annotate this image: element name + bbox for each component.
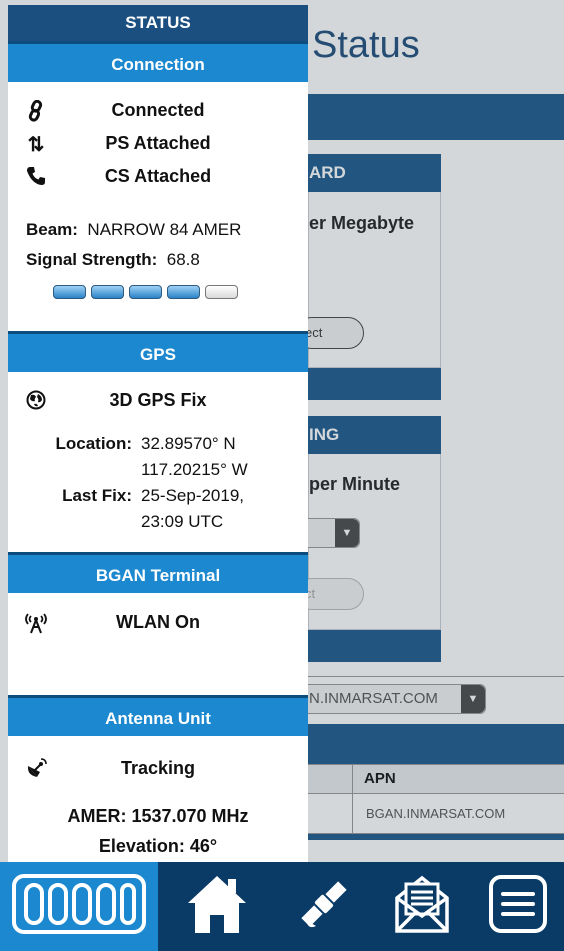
wlan-status-row: WLAN On: [8, 608, 308, 641]
cs-status-label: CS Attached: [104, 166, 212, 186]
beam-label: Beam:: [26, 220, 78, 239]
ps-status-row: ⇅ PS Attached: [8, 129, 308, 162]
ps-status-label: PS Attached: [105, 133, 211, 153]
antenna-header: Antenna Unit: [8, 695, 308, 736]
signal-label: Signal Strength:: [26, 250, 158, 269]
signal-row: Signal Strength: 68.8: [8, 245, 308, 275]
nav-messages-button[interactable]: [372, 862, 472, 951]
connection-status-row: Connected: [8, 96, 308, 129]
last-fix-date: 25-Sep-2019,: [141, 486, 245, 505]
last-fix-time: 23:09 UTC: [141, 512, 224, 531]
nav-home-button[interactable]: [158, 862, 276, 951]
menu-icon: [489, 875, 547, 938]
beam-row: Beam: NARROW 84 AMER: [8, 215, 308, 245]
antenna-elevation: Elevation: 46°: [98, 836, 218, 856]
connection-status-label: Connected: [111, 100, 205, 120]
gps-status-label: 3D GPS Fix: [109, 390, 207, 410]
antenna-status-row: Tracking: [8, 754, 308, 787]
signal-bar: [53, 285, 86, 299]
antenna-status-label: Tracking: [120, 758, 196, 778]
gps-location: Location: 32.89570° N 117.20215° W Last …: [8, 431, 308, 535]
last-fix-label: Last Fix:: [62, 486, 132, 505]
signal-value: 68.8: [166, 250, 200, 269]
location-lon: 117.20215° W: [141, 460, 248, 479]
nav-status-button[interactable]: [0, 862, 158, 951]
connection-header: Connection: [8, 41, 308, 82]
signal-bar: [129, 285, 162, 299]
gps-header: GPS: [8, 331, 308, 372]
beam-value: NARROW 84 AMER: [87, 220, 242, 239]
signal-bar: [167, 285, 200, 299]
bottom-nav: [0, 862, 564, 951]
wlan-status-label: WLAN On: [116, 612, 200, 632]
location-lat: 32.89570° N: [141, 434, 236, 453]
gps-status-row: 3D GPS Fix: [8, 386, 308, 419]
drawer-title: STATUS: [8, 5, 308, 41]
location-label: Location:: [55, 434, 133, 453]
signal-strength-bars: [53, 285, 308, 299]
satellite-icon: [294, 874, 354, 939]
antenna-frequency: AMER: 1537.070 MHz: [67, 806, 249, 826]
status-drawer: STATUS Connection Connected ⇅ PS Attache…: [8, 5, 308, 862]
nav-satellite-button[interactable]: [276, 862, 372, 951]
cs-status-row: CS Attached: [8, 162, 308, 195]
terminal-header: BGAN Terminal: [8, 552, 308, 593]
nav-menu-button[interactable]: [472, 862, 564, 951]
envelope-icon: [394, 874, 450, 939]
signal-bars-icon: [12, 874, 146, 939]
signal-bar: [205, 285, 238, 299]
signal-bar: [91, 285, 124, 299]
home-icon: [186, 873, 248, 940]
